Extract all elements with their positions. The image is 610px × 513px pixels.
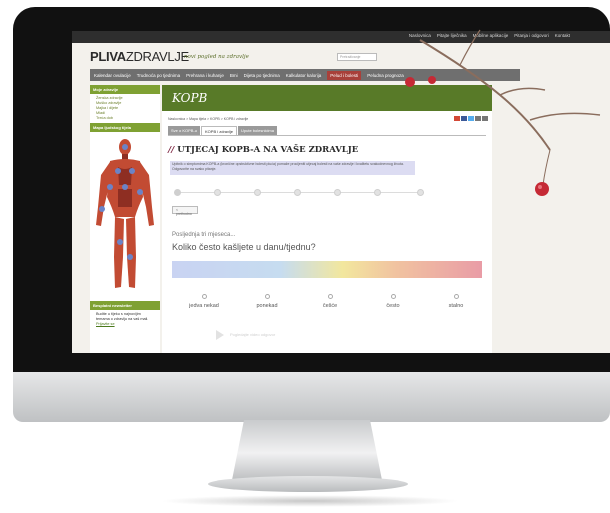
answer-scale-bar (172, 261, 482, 278)
share-print-icon[interactable] (475, 116, 481, 121)
share-facebook-icon[interactable] (461, 116, 467, 121)
step-dot (254, 189, 261, 196)
answer-label-3: češće (322, 303, 338, 309)
section-banner: KOPB (162, 85, 492, 111)
step-dot (214, 189, 221, 196)
nav-item-pollen-forecast[interactable]: Peludna prognoza (367, 73, 404, 78)
video-answer-label[interactable]: Pogledajte video odgovor (230, 332, 275, 337)
sidebar-item-seniors[interactable]: Treća dob (96, 116, 154, 121)
step-dot (374, 189, 381, 196)
newsletter-description: Budite u tijeku s najnovijim temama o zd… (96, 312, 149, 321)
answer-radio-5[interactable] (454, 294, 459, 299)
top-utility-bar: Naslovnica Pitajte liječnika Mobilne apl… (72, 31, 610, 43)
monitor-stand-neck (232, 420, 382, 480)
share-buttons (454, 116, 488, 121)
nav-item-diet[interactable]: Dijeta po tjednima (244, 73, 280, 78)
monitor-stand-base (208, 476, 408, 492)
sidebar-heading-health: Moje zdravlje (90, 85, 160, 94)
sidebar-list: Ženska zdravlje Muško zdravlje Majka i d… (90, 94, 160, 123)
main-nav: Kalendar ovulacije Trudnoća po tjednima … (90, 69, 520, 81)
nav-item-pregnancy[interactable]: Trudnoća po tjednima (137, 73, 180, 78)
title-mark: // (168, 145, 175, 155)
sidebar-heading-newsletter: Besplatni newsletter (90, 301, 160, 310)
top-link-faq[interactable]: Pitanja i odgovori (514, 33, 549, 38)
monitor-shadow (160, 495, 460, 507)
desktop-scene: Naslovnica Pitajte liječnika Mobilne apl… (0, 0, 610, 513)
top-link-mobile-apps[interactable]: Mobilne aplikacije (473, 33, 509, 38)
back-button[interactable]: < prethodno (172, 206, 198, 216)
intro-text: Upitnik o simptomima KOPB-a (kronične op… (170, 161, 415, 175)
answer-label-5: stalno (448, 303, 464, 309)
nav-item-nutrition[interactable]: Prehrana i kuhanje (186, 73, 224, 78)
answer-label-1: jedva nekad (189, 303, 219, 309)
breadcrumb[interactable]: Naslovnica > Mapa tijela > KOPB > KOPB i… (168, 117, 248, 121)
newsletter-text: Budite u tijeku s najnovijim temama o zd… (90, 310, 160, 329)
logo-bold: PLIVA (90, 49, 126, 64)
share-twitter-icon[interactable] (468, 116, 474, 121)
nav-item-ovulation[interactable]: Kalendar ovulacije (94, 73, 131, 78)
tab-divider (168, 135, 486, 136)
question-text: Koliko često kašljete u danu/tjednu? (172, 242, 316, 252)
top-link-ask-doctor[interactable]: Pitajte liječnika (437, 33, 467, 38)
share-more-icon[interactable] (482, 116, 488, 121)
step-dot (334, 189, 341, 196)
sidebar-heading-body-map: Mapa ljudskog tijela (90, 123, 160, 132)
sidebar: Moje zdravlje Ženska zdravlje Muško zdra… (90, 85, 160, 353)
answer-radio-2[interactable] (265, 294, 270, 299)
nav-item-bmi[interactable]: Bmi (230, 73, 238, 78)
top-links: Naslovnica Pitajte liječnika Mobilne apl… (409, 33, 570, 38)
question-subtitle: Posljednja tri mjeseca... (172, 232, 236, 238)
answer-radio-3[interactable] (328, 294, 333, 299)
site-logo[interactable]: PLIVAZDRAVLJE (90, 49, 189, 64)
newsletter-signup-link[interactable]: Prijavite se (96, 322, 115, 326)
share-email-icon[interactable] (454, 116, 460, 121)
anatomy-illustration (96, 139, 154, 288)
section-title: KOPB (172, 91, 208, 105)
answer-label-4: često (386, 303, 400, 309)
title-text: UTJECAJ KOPB-A NA VAŠE ZDRAVLJE (177, 145, 359, 155)
body-map-figure[interactable] (90, 137, 160, 297)
logo-light: ZDRAVLJE (125, 49, 189, 64)
monitor-chin (13, 372, 610, 422)
top-link-contact[interactable]: Kontakt (555, 33, 570, 38)
progress-steps (174, 187, 424, 196)
top-link-home[interactable]: Naslovnica (409, 33, 431, 38)
step-dot (417, 189, 424, 196)
answer-label-2: ponekad (256, 303, 278, 309)
answer-radio-1[interactable] (202, 294, 207, 299)
browser-screen: Naslovnica Pitajte liječnika Mobilne apl… (72, 31, 610, 353)
step-dot (174, 189, 181, 196)
site-tagline: novi pogled na zdravlje (184, 54, 249, 60)
page-title: // UTJECAJ KOPB-A NA VAŠE ZDRAVLJE (168, 145, 358, 155)
main-content: KOPB Naslovnica > Mapa tijela > KOPB > K… (162, 85, 492, 353)
newsletter-box: Besplatni newsletter Budite u tijeku s n… (90, 301, 160, 329)
answer-radio-4[interactable] (391, 294, 396, 299)
play-icon[interactable] (216, 330, 224, 340)
search-input[interactable]: Pretraživanje (337, 53, 377, 61)
step-dot (294, 189, 301, 196)
nav-item-pollen[interactable]: Pelud i bolesti (327, 70, 362, 80)
nav-item-calories[interactable]: Kalkulator kalorija (286, 73, 322, 78)
